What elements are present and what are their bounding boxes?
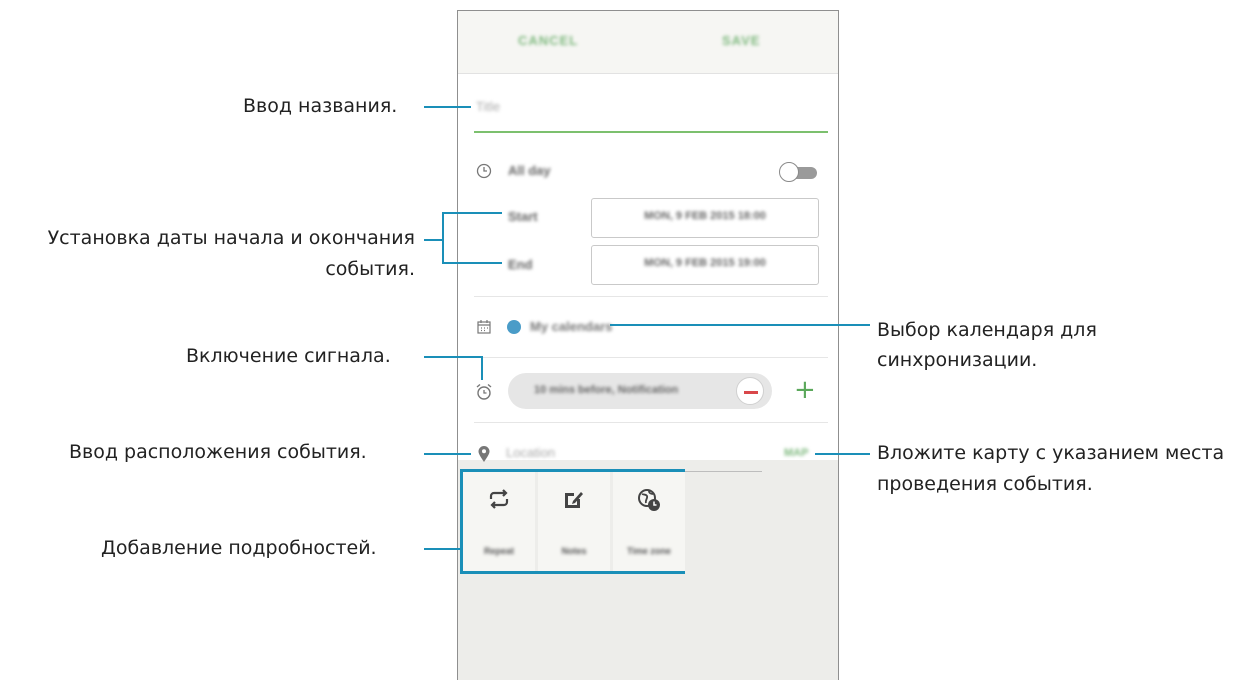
bracket-line <box>442 212 502 214</box>
leader-line <box>610 324 870 326</box>
title-input[interactable]: Title <box>476 99 500 114</box>
start-date-field[interactable]: MON, 9 FEB 2015 18:00 <box>591 198 819 238</box>
start-label: Start <box>508 209 538 224</box>
calendar-icon <box>477 320 491 334</box>
calendar-selector[interactable]: My calendars <box>530 319 612 334</box>
alarm-icon <box>476 383 492 400</box>
calendar-color-dot <box>507 320 521 334</box>
time-zone-label: Time zone <box>627 546 671 556</box>
reminder-chip[interactable]: 10 mins before, Notification <box>508 373 772 409</box>
annotation-dates-line1: Установка даты начала и окончания <box>47 227 415 249</box>
leader-line <box>424 239 444 241</box>
save-button[interactable]: SAVE <box>722 33 760 48</box>
globe-clock-icon <box>638 489 660 511</box>
leader-line <box>481 356 483 380</box>
leader-line <box>424 548 461 550</box>
title-underline <box>474 131 828 133</box>
map-button[interactable]: MAP <box>784 447 808 459</box>
repeat-icon <box>489 489 509 509</box>
time-zone-button[interactable]: Time zone <box>613 472 685 571</box>
bracket-line <box>442 212 444 264</box>
cancel-button[interactable]: CANCEL <box>518 33 578 48</box>
annotation-calendar-line1: Выбор календаря для <box>877 319 1097 341</box>
divider <box>474 422 828 423</box>
all-day-label: All day <box>508 163 551 178</box>
reminder-label: 10 mins before, Notification <box>534 384 679 396</box>
phone-screen: CANCEL SAVE Title All day Start MON, 9 F… <box>457 10 839 680</box>
repeat-label: Repeat <box>483 546 514 556</box>
repeat-button[interactable]: Repeat <box>463 472 535 571</box>
remove-reminder-button[interactable] <box>736 377 764 405</box>
divider <box>474 296 828 297</box>
add-reminder-button[interactable]: + <box>794 377 816 403</box>
top-action-bar: CANCEL SAVE <box>458 11 838 74</box>
end-label: End <box>508 257 533 272</box>
annotation-alarm: Включение сигнала. <box>186 345 391 367</box>
all-day-toggle[interactable] <box>779 162 819 182</box>
leader-line <box>424 453 471 455</box>
location-input[interactable]: Location <box>506 445 555 460</box>
location-pin-icon <box>478 446 490 462</box>
leader-line <box>815 453 870 455</box>
annotation-details: Добавление подробностей. <box>101 537 377 559</box>
bracket-line <box>442 262 502 264</box>
annotation-calendar-line2: синхронизации. <box>877 349 1038 371</box>
notes-icon <box>565 492 583 508</box>
annotation-map-line1: Вложите карту с указанием места <box>877 442 1225 464</box>
leader-line <box>424 356 483 358</box>
divider <box>474 357 828 358</box>
notes-button[interactable]: Notes <box>538 472 610 571</box>
clock-icon <box>476 163 492 179</box>
annotation-dates-line2: события. <box>325 258 415 280</box>
annotation-map-line2: проведения события. <box>877 473 1093 495</box>
leader-line <box>424 106 471 108</box>
end-date-field[interactable]: MON, 9 FEB 2015 19:00 <box>591 245 819 285</box>
annotation-location: Ввод расположения события. <box>69 441 367 463</box>
annotation-title-input: Ввод названия. <box>243 95 398 117</box>
details-buttons-group: Repeat Notes Time zone <box>460 469 685 574</box>
notes-label: Notes <box>561 546 587 556</box>
